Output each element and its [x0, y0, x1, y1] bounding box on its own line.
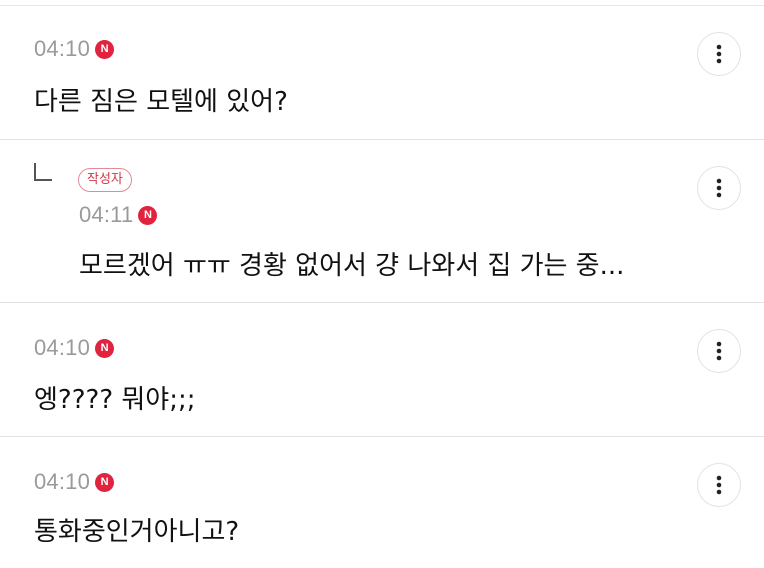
comment-item: 04:10 N 통화중인거아니고? — [0, 437, 764, 568]
reply-comment-item: 작성자 04:11 N 모르겠어 ㅠㅠ 경황 없어서 걍 나와서 집 가는 중.… — [0, 140, 764, 303]
more-vertical-icon — [716, 475, 722, 495]
comment-text: 다른 짐은 모텔에 있어? — [34, 87, 288, 117]
comment-meta: 04:11 N — [79, 202, 158, 228]
comment-meta: 04:10 N — [34, 36, 115, 62]
comment-text: 엥???? 뭐야;;; — [34, 385, 196, 415]
comment-time: 04:10 — [34, 469, 91, 494]
more-options-button[interactable] — [697, 166, 741, 210]
comment-text: 모르겠어 ㅠㅠ 경황 없어서 걍 나와서 집 가는 중... — [79, 251, 625, 281]
comment-time: 04:11 — [79, 202, 134, 227]
comment-time: 04:10 — [34, 36, 91, 61]
comment-item: 04:10 N 다른 짐은 모텔에 있어? — [0, 6, 764, 140]
comment-text: 통화중인거아니고? — [34, 517, 240, 547]
comment-meta: 04:10 N — [34, 469, 115, 495]
reply-arrow-icon — [34, 163, 52, 181]
comment-item: 04:10 N 엥???? 뭐야;;; — [0, 303, 764, 437]
more-vertical-icon — [716, 341, 722, 361]
more-options-button[interactable] — [697, 32, 741, 76]
more-options-button[interactable] — [697, 329, 741, 373]
new-badge: N — [138, 205, 158, 225]
more-vertical-icon — [716, 44, 722, 64]
new-badge: N — [95, 472, 115, 492]
more-vertical-icon — [716, 178, 722, 198]
author-badge: 작성자 — [78, 168, 132, 192]
comment-time: 04:10 — [34, 335, 91, 360]
comment-meta: 04:10 N — [34, 335, 115, 361]
more-options-button[interactable] — [697, 463, 741, 507]
new-badge: N — [95, 338, 115, 358]
new-badge: N — [95, 39, 115, 59]
